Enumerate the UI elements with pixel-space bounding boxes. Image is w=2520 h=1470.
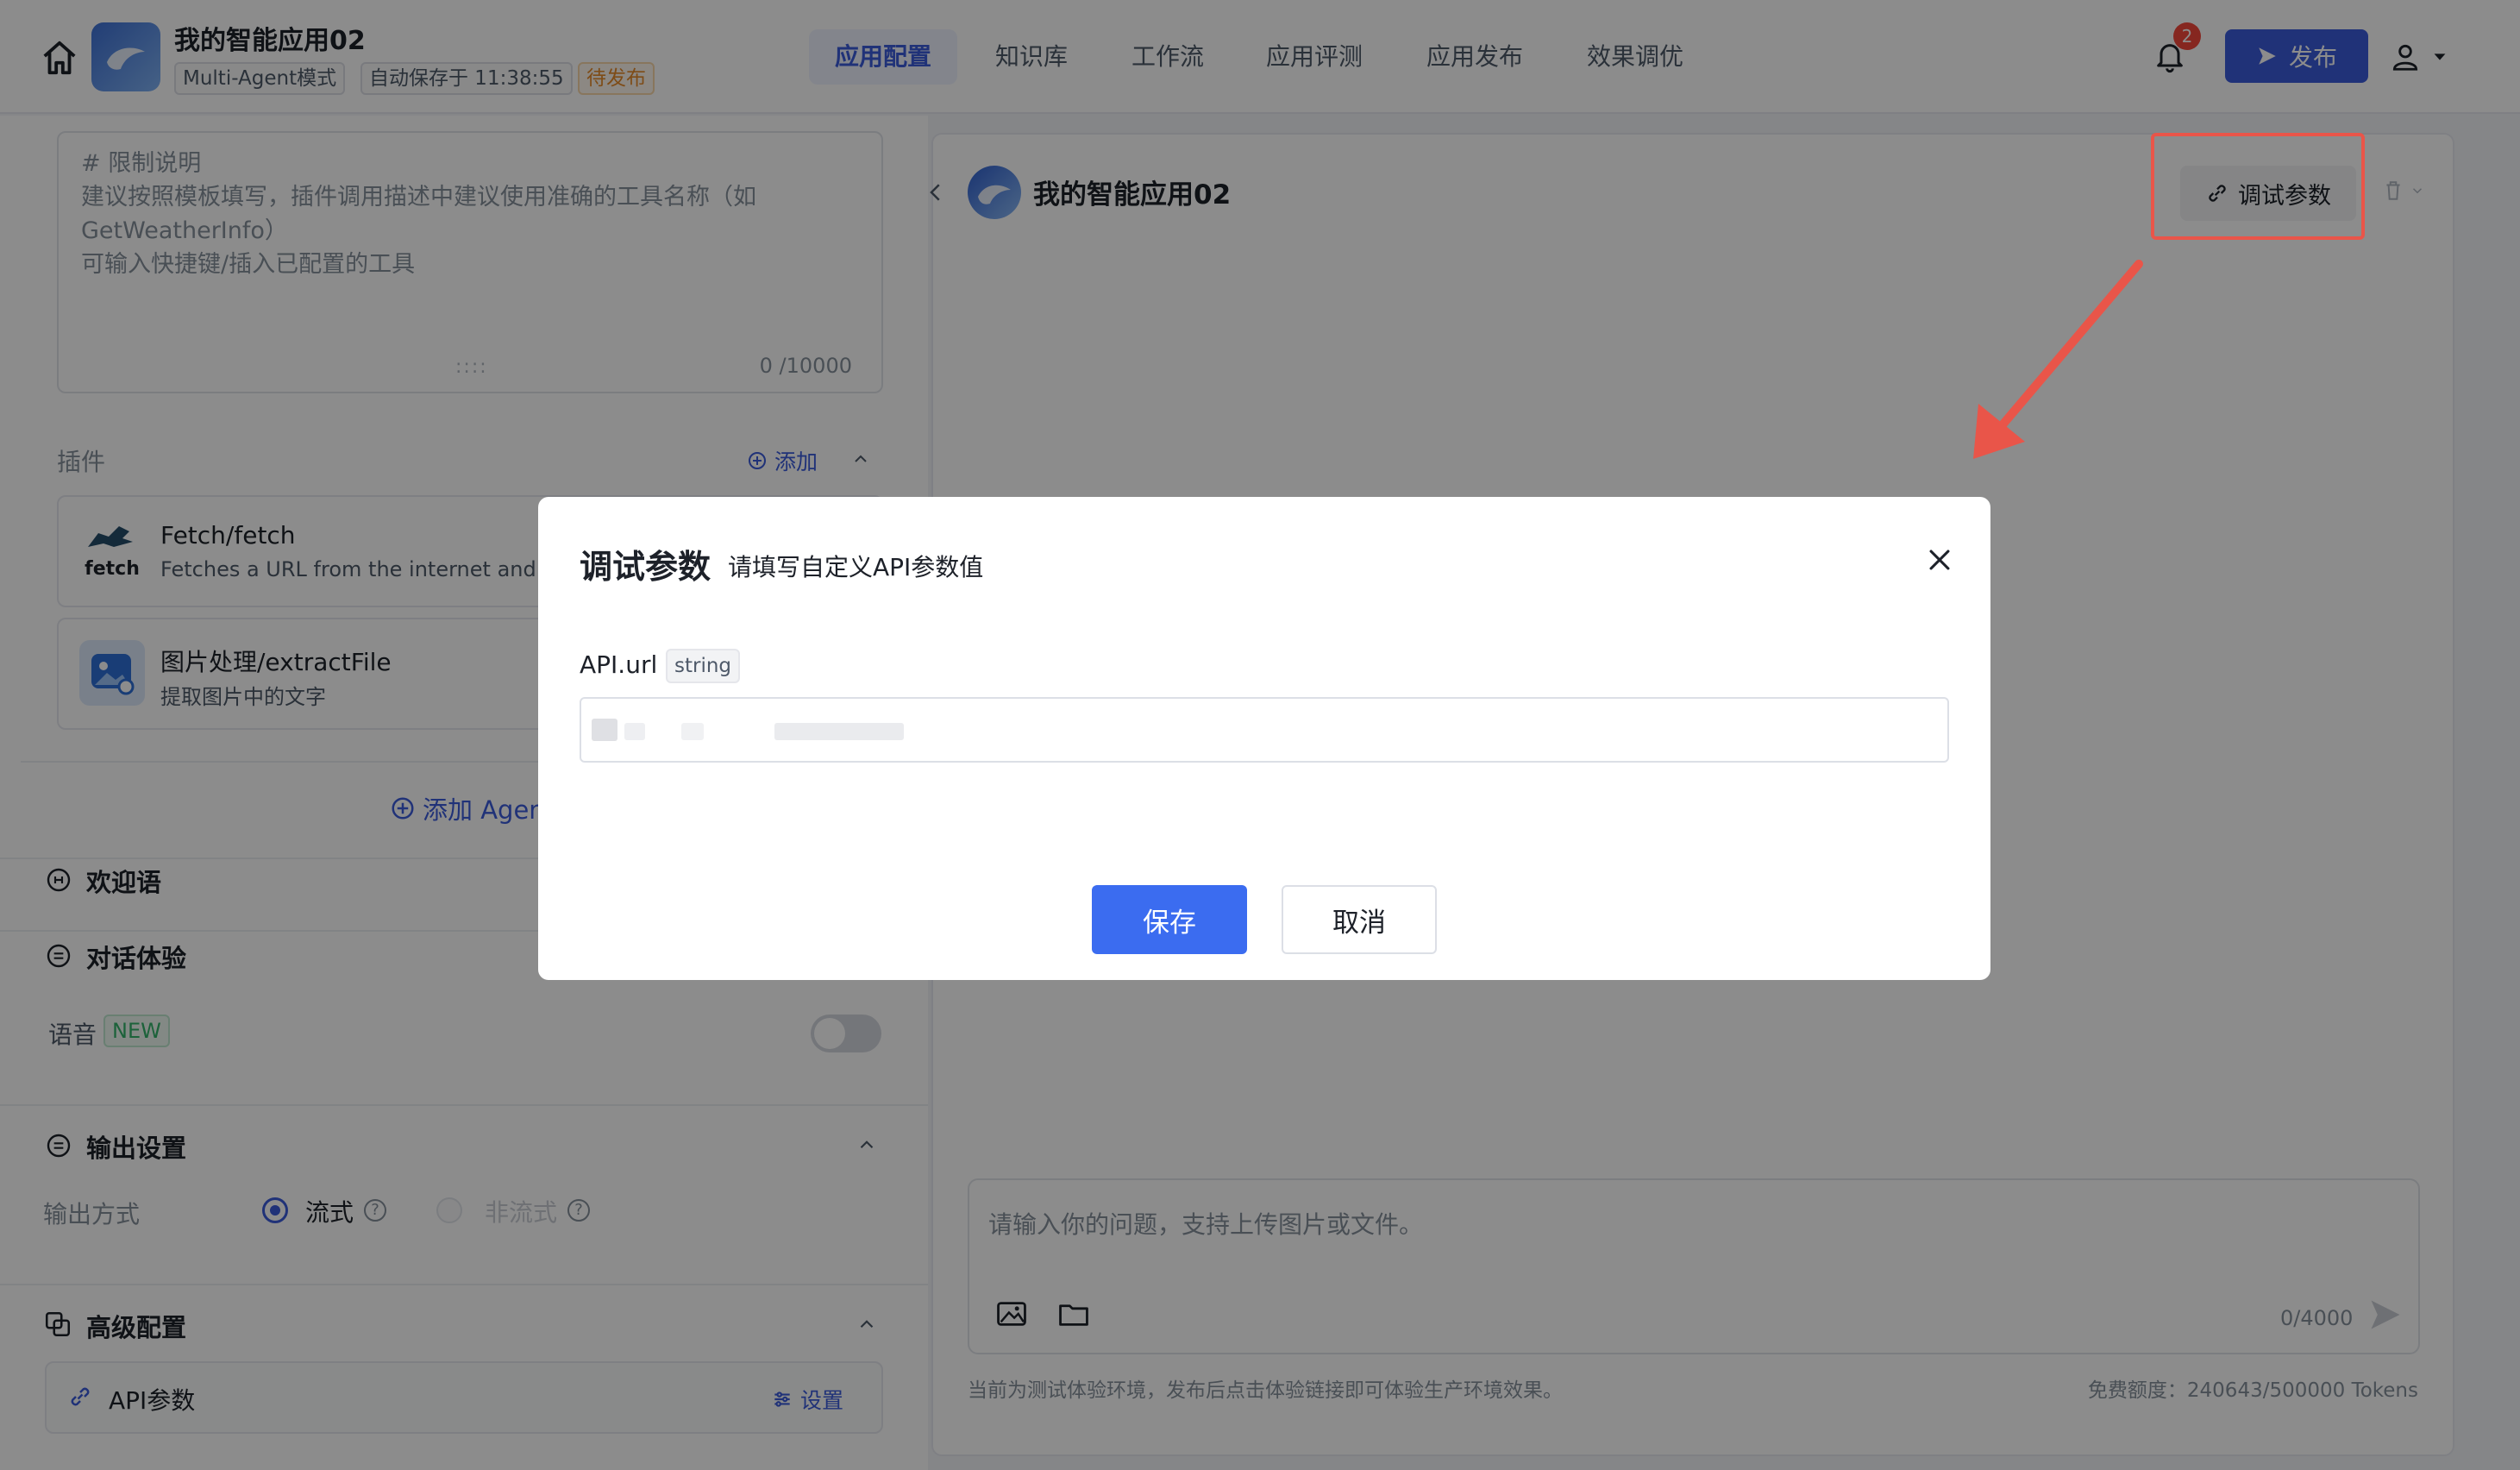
- annotation-highlight-box: [2151, 133, 2365, 240]
- redacted-value: [624, 723, 645, 740]
- cancel-button[interactable]: 取消: [1282, 885, 1437, 954]
- annotation-arrow-icon: [1973, 260, 2143, 459]
- modal-subtitle: 请填写自定义API参数值: [728, 553, 984, 581]
- modal-title: 调试参数: [580, 548, 711, 586]
- field-label-api-url: API.url: [580, 650, 658, 679]
- field-type-tag: string: [666, 649, 741, 683]
- save-button[interactable]: 保存: [1092, 885, 1247, 954]
- api-url-field-wrapper: [580, 697, 1949, 763]
- redacted-value: [592, 719, 617, 741]
- close-icon[interactable]: [1925, 545, 1954, 575]
- debug-params-modal: 调试参数 请填写自定义API参数值 API.url string 保存 取消: [538, 497, 1990, 980]
- redacted-value: [774, 723, 904, 740]
- redacted-value: [681, 723, 704, 740]
